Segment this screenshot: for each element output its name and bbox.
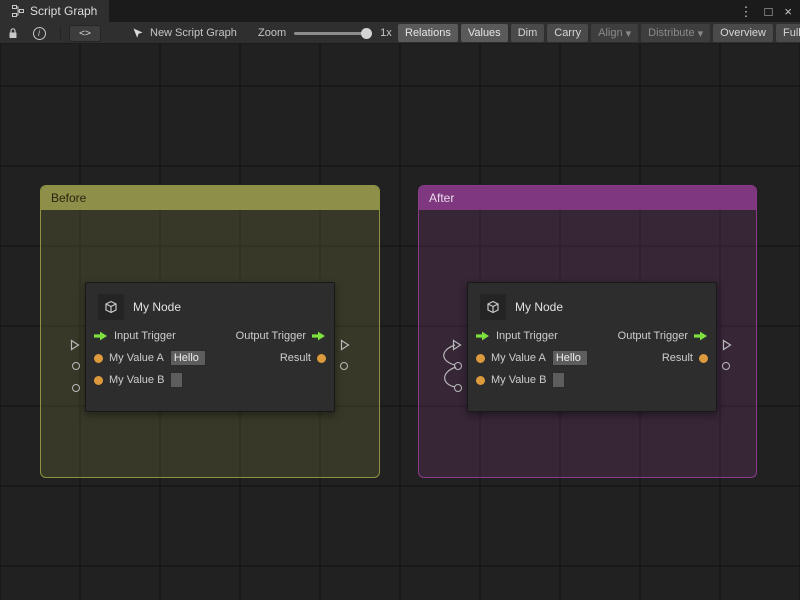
output-trigger-port[interactable]: [312, 331, 326, 341]
graph-toolbar: i <> New Script Graph Zoom 1x Relations …: [0, 22, 800, 44]
result-port[interactable]: [699, 354, 708, 363]
script-graph-window: Script Graph ⋮ □ × i <>: [0, 0, 800, 600]
node-header[interactable]: My Node: [86, 283, 334, 325]
group-before-label: Before: [51, 191, 86, 205]
node-title: My Node: [515, 300, 563, 314]
zoom-control: Zoom 1x: [258, 22, 392, 44]
port-row-value-a: My Value A Result: [468, 347, 716, 369]
zoom-slider[interactable]: [294, 32, 372, 35]
node-my-node-after[interactable]: My Node Input Trigger Output Trigger My …: [467, 282, 717, 412]
relations-button[interactable]: Relations: [398, 24, 458, 42]
port-row-value-b: My Value B: [468, 369, 716, 391]
window-close-icon[interactable]: ×: [784, 5, 792, 18]
fullscreen-button[interactable]: Full Screen: [776, 24, 800, 42]
window-maximize-icon[interactable]: □: [765, 5, 773, 18]
input-trigger-label: Input Trigger: [114, 330, 176, 342]
value-a-port[interactable]: [94, 354, 103, 363]
graph-canvas[interactable]: Before After My Node: [0, 44, 800, 600]
carry-button[interactable]: Carry: [547, 24, 588, 42]
zoom-value: 1x: [380, 27, 392, 39]
value-b-input[interactable]: [170, 372, 183, 388]
outer-value-a-port[interactable]: [454, 362, 462, 370]
dim-button[interactable]: Dim: [511, 24, 545, 42]
node-title: My Node: [133, 300, 181, 314]
value-b-input[interactable]: [552, 372, 565, 388]
my-node-icon: [98, 294, 124, 320]
outer-value-a-port[interactable]: [72, 362, 80, 370]
value-a-input[interactable]: [552, 350, 588, 366]
values-button[interactable]: Values: [461, 24, 508, 42]
align-button[interactable]: Align ▾: [591, 24, 638, 42]
info-icon: i: [33, 27, 46, 40]
outer-value-b-port[interactable]: [72, 384, 80, 392]
output-trigger-label: Output Trigger: [618, 330, 688, 342]
graph-name: New Script Graph: [150, 27, 237, 39]
tab-title: Script Graph: [30, 4, 97, 18]
input-trigger-label: Input Trigger: [496, 330, 558, 342]
lock-icon: [7, 27, 19, 39]
tab-strip: Script Graph ⋮ □ ×: [0, 0, 800, 22]
value-a-input[interactable]: [170, 350, 206, 366]
input-trigger-port[interactable]: [476, 331, 490, 341]
node-my-node-before[interactable]: My Node Input Trigger Output Trigger My …: [85, 282, 335, 412]
input-trigger-port[interactable]: [94, 331, 108, 341]
outer-result-port[interactable]: [722, 362, 730, 370]
outer-value-b-port[interactable]: [454, 384, 462, 392]
node-header[interactable]: My Node: [468, 283, 716, 325]
graph-asset-icon: [132, 27, 144, 39]
graph-breadcrumb[interactable]: New Script Graph: [132, 22, 237, 44]
window-menu-icon[interactable]: ⋮: [740, 5, 753, 18]
overview-button[interactable]: Overview: [713, 24, 773, 42]
output-trigger-label: Output Trigger: [236, 330, 306, 342]
outer-output-trigger-port[interactable]: [340, 338, 350, 356]
port-row-value-b: My Value B: [86, 369, 334, 391]
result-label: Result: [662, 352, 693, 364]
port-row-trigger: Input Trigger Output Trigger: [86, 325, 334, 347]
script-graph-icon: [12, 5, 24, 17]
result-label: Result: [280, 352, 311, 364]
edit-source-button[interactable]: <>: [69, 25, 101, 42]
value-b-label: My Value B: [109, 374, 164, 386]
dropdown-caret-icon: ▾: [698, 27, 704, 40]
value-a-label: My Value A: [109, 352, 164, 364]
zoom-label: Zoom: [258, 27, 286, 39]
value-b-port[interactable]: [94, 376, 103, 385]
result-port[interactable]: [317, 354, 326, 363]
outer-input-trigger-port[interactable]: [452, 338, 462, 356]
output-trigger-port[interactable]: [694, 331, 708, 341]
outer-input-trigger-port[interactable]: [70, 338, 80, 356]
lock-button[interactable]: [0, 22, 26, 44]
port-row-value-a: My Value A Result: [86, 347, 334, 369]
zoom-slider-handle[interactable]: [361, 28, 372, 39]
toolbar-buttons: Relations Values Dim Carry Align ▾ Distr…: [398, 24, 800, 42]
value-b-port[interactable]: [476, 376, 485, 385]
value-a-label: My Value A: [491, 352, 546, 364]
outer-result-port[interactable]: [340, 362, 348, 370]
value-a-port[interactable]: [476, 354, 485, 363]
window-controls: ⋮ □ ×: [740, 0, 800, 22]
port-row-trigger: Input Trigger Output Trigger: [468, 325, 716, 347]
toolbar-separator: [60, 26, 61, 40]
tab-script-graph[interactable]: Script Graph: [0, 0, 109, 22]
outer-output-trigger-port[interactable]: [722, 338, 732, 356]
group-after-label: After: [429, 191, 454, 205]
group-after-header[interactable]: After: [419, 186, 756, 210]
my-node-icon: [480, 294, 506, 320]
distribute-button[interactable]: Distribute ▾: [641, 24, 710, 42]
dropdown-caret-icon: ▾: [626, 27, 632, 40]
info-button[interactable]: i: [26, 22, 52, 44]
toolbar-left-icons: i <>: [0, 22, 101, 44]
value-b-label: My Value B: [491, 374, 546, 386]
group-before-header[interactable]: Before: [41, 186, 379, 210]
